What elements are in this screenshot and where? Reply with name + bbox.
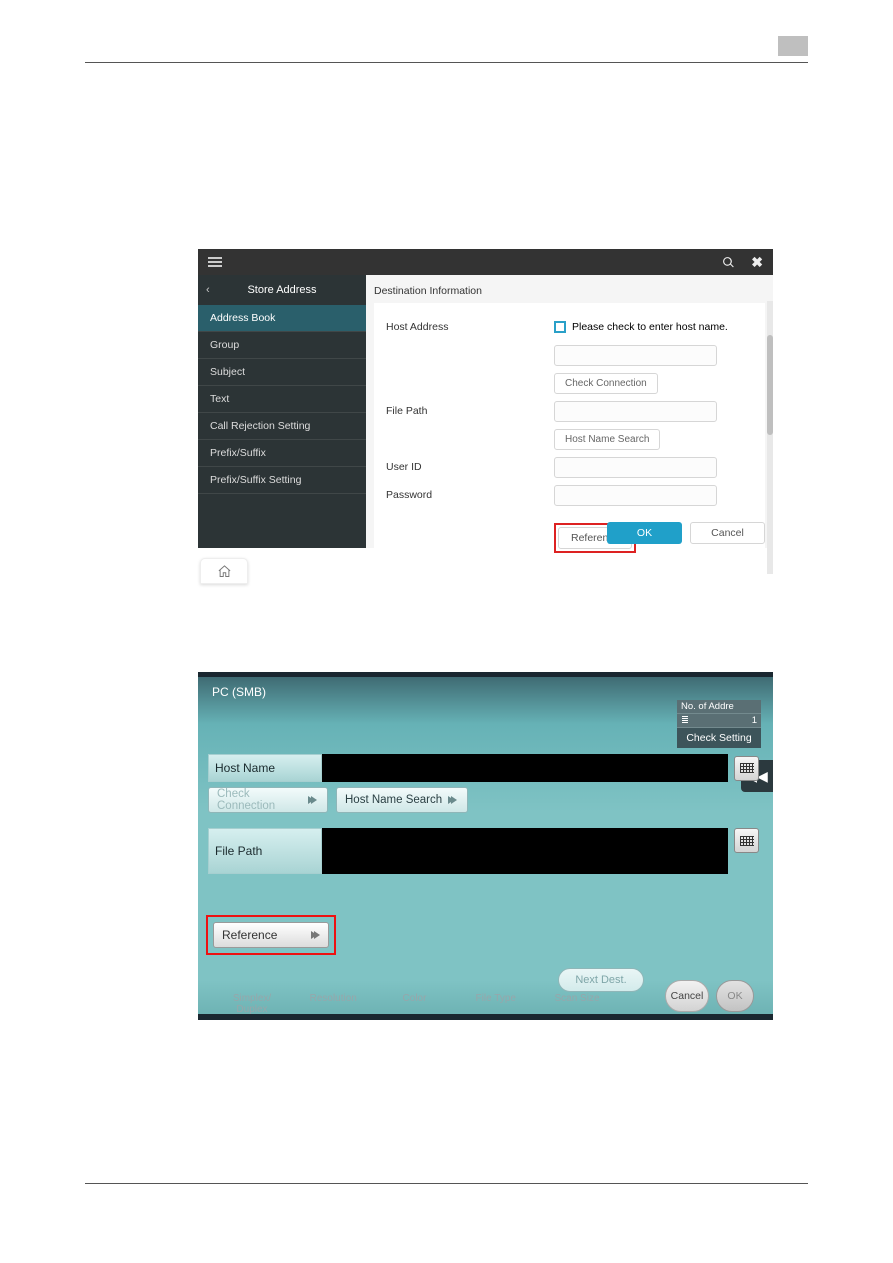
sidebar-item-group[interactable]: Group [198,332,366,359]
label-host-address: Host Address [386,321,554,333]
close-icon[interactable]: ✖ [751,254,763,271]
host-address-input[interactable] [554,345,717,366]
keyboard-icon-2[interactable] [734,828,759,853]
sidebar-item-text[interactable]: Text [198,386,366,413]
rule-top [85,62,808,63]
sidebar-item-call-rejection[interactable]: Call Rejection Setting [198,413,366,440]
strip-simplex-duplex: Simplex/ Duplex [216,993,288,1015]
scrollbar-thumb[interactable] [767,335,773,435]
reference-highlight: Reference [206,915,336,955]
keyboard-icon[interactable] [734,756,759,781]
host-name-search-button[interactable]: Host Name Search [554,429,660,450]
check-connection-button[interactable]: Check Connection [554,373,658,394]
dialog-title: PC (SMB) [212,685,266,699]
host-name-input[interactable] [322,754,728,782]
ok-button[interactable]: OK [716,980,754,1012]
screenshot-pc-smb: PC (SMB) No. of Addre ≣1 Check Setting ◀… [198,672,773,1020]
strip-file-type: File Type [460,993,532,1015]
page-corner-badge [778,36,808,56]
label-file-path: File Path [386,405,554,417]
sidebar-item-prefix-suffix-setting[interactable]: Prefix/Suffix Setting [198,467,366,494]
list-icon: ≣ [681,715,689,726]
no-addr-value: 1 [752,715,757,726]
file-path-input[interactable] [554,401,717,422]
host-name-search-button[interactable]: Host Name Search [336,787,468,813]
search-icon[interactable] [722,256,735,269]
user-id-input[interactable] [554,457,717,478]
address-count-badge: No. of Addre ≣ 1 Check Setting [677,700,761,748]
no-addr-label: No. of Addre [681,701,734,712]
label-host-name: Host Name [208,754,322,782]
sidebar-item-prefix-suffix[interactable]: Prefix/Suffix [198,440,366,467]
check-setting-button[interactable]: Check Setting [677,728,761,748]
sidebar-header[interactable]: ‹ Store Address [198,275,366,305]
cancel-button[interactable]: Cancel [690,522,765,544]
next-dest-button[interactable]: Next Dest. [558,968,644,992]
hamburger-icon[interactable] [208,257,222,267]
home-icon [217,564,232,579]
app-top-bar: ✖ [198,249,773,275]
bottom-strip-labels: Simplex/ Duplex Resolution Color File Ty… [216,993,613,1015]
label-file-path: File Path [208,828,322,874]
home-tab[interactable] [200,558,248,584]
host-name-checkbox[interactable] [554,321,566,333]
cancel-button[interactable]: Cancel [665,980,709,1012]
sidebar: ‹ Store Address Address Book Group Subje… [198,275,366,548]
panel-heading: Destination Information [374,283,765,303]
strip-resolution: Resolution [297,993,369,1015]
strip-scan-size: Scan Size [541,993,613,1015]
screenshot-store-address: ✖ ‹ Store Address Address Book Group Sub… [198,249,773,581]
main-panel: Destination Information Host Address Ple… [366,275,773,548]
password-input[interactable] [554,485,717,506]
label-user-id: User ID [386,461,554,473]
ok-button[interactable]: OK [607,522,682,544]
sidebar-item-subject[interactable]: Subject [198,359,366,386]
back-icon[interactable]: ‹ [206,284,210,296]
check-connection-button[interactable]: Check Connection [208,787,328,813]
sidebar-item-address-book[interactable]: Address Book [198,305,366,332]
host-name-checkbox-label: Please check to enter host name. [572,321,728,333]
reference-button[interactable]: Reference [213,922,329,948]
rule-bottom [85,1183,808,1184]
file-path-input[interactable] [322,828,728,874]
sidebar-title: Store Address [198,284,366,296]
strip-color: Color [379,993,451,1015]
label-password: Password [386,489,554,501]
